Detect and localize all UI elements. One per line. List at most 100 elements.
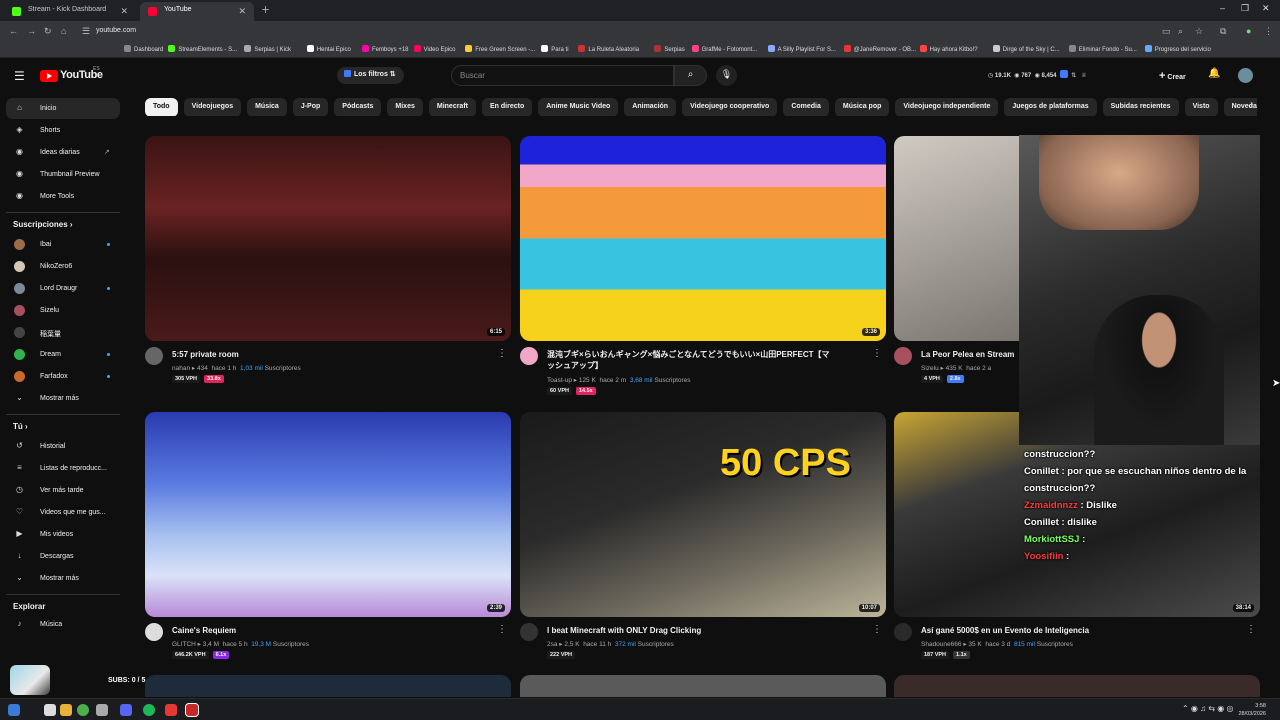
bookmark-item[interactable]: StreamElements - S... <box>168 45 237 53</box>
tab-youtube[interactable]: YouTube ✕ <box>140 2 254 21</box>
search-input[interactable]: Buscar <box>451 65 674 86</box>
obs-icon[interactable] <box>165 704 177 716</box>
video-thumbnail[interactable]: 2:39 <box>145 412 511 617</box>
search-button[interactable]: ⌕ <box>674 65 707 86</box>
close-tab-icon[interactable]: ✕ <box>238 6 246 17</box>
hamburger-menu-icon[interactable]: ☰ <box>14 69 25 83</box>
tab-kick-dashboard[interactable]: Stream - Kick Dashboard ✕ <box>4 2 136 21</box>
more-options-icon[interactable]: ⋮ <box>872 624 882 635</box>
bookmark-item[interactable]: Video Epico <box>413 45 456 53</box>
new-tab-icon[interactable]: ＋ <box>261 3 270 16</box>
chip-8[interactable]: Anime Music Video <box>538 98 619 116</box>
chip-12[interactable]: Música pop <box>834 98 890 116</box>
you-header[interactable]: Tú › <box>13 422 28 431</box>
bookmark-item[interactable]: Serpias | Kick <box>244 45 291 53</box>
partial-thumbnail[interactable] <box>520 675 886 697</box>
video-card[interactable]: 3:36 混沌ブギ×らいおんギャング×悩みごとなんてどうでもいい×山田PERFE… <box>520 136 886 406</box>
sliders-icon[interactable]: ⇅ <box>1071 73 1076 79</box>
chip-7[interactable]: En directo <box>482 98 533 116</box>
chip-10[interactable]: Videojuego cooperativo <box>682 98 778 116</box>
url-input[interactable]: youtube.com <box>96 27 136 34</box>
extensions-icon[interactable]: ⧉ <box>1220 26 1226 37</box>
chip-0[interactable]: Todo <box>145 98 178 116</box>
bookmark-item[interactable]: Free Green Screen -... <box>465 45 535 53</box>
youtube-logo-icon[interactable] <box>40 70 58 82</box>
cast-icon[interactable]: ▭ <box>1162 26 1171 37</box>
bell-icon[interactable]: 🔔 <box>1208 68 1220 79</box>
close-window-icon[interactable]: ✕ <box>1262 3 1270 14</box>
app-icon[interactable] <box>96 704 108 716</box>
create-button[interactable]: + Crear <box>1151 66 1194 85</box>
chip-13[interactable]: Videojuego independiente <box>895 98 999 116</box>
video-title[interactable]: 混沌ブギ×らいおんギャング×悩みごとなんてどうでもいい×山田PERFECT【マッ… <box>547 349 867 371</box>
sidebar-you-item[interactable]: ♡ Videos que me gus... <box>6 502 120 523</box>
chip-14[interactable]: Juegos de plataformas <box>1004 98 1097 116</box>
site-info-icon[interactable]: ☰ <box>82 26 90 37</box>
chevron-right-icon[interactable]: › <box>1250 99 1253 110</box>
video-title[interactable]: Así gané 5000$ en un Evento de Inteligen… <box>921 625 1241 636</box>
bookmark-star-icon[interactable]: ☆ <box>1195 26 1203 37</box>
channel-avatar[interactable] <box>145 623 163 641</box>
bookmark-item[interactable]: Dashboard <box>124 45 163 53</box>
sidebar-sub-item[interactable]: 稲葉量 <box>6 322 120 343</box>
bookmark-item[interactable]: Progreso del servicio <box>1144 45 1211 53</box>
sidebar-you-item[interactable]: ↓ Descargas <box>6 546 120 567</box>
clock[interactable]: 3:58 28/03/2026 <box>1238 702 1266 718</box>
zoom-icon[interactable]: ⌕ <box>1178 26 1183 37</box>
video-thumbnail[interactable]: 50 CPS 10:07 <box>520 412 886 617</box>
sidebar-sub-item[interactable]: Lord Draugr <box>6 278 120 299</box>
more-options-icon[interactable]: ⋮ <box>497 624 507 635</box>
partial-thumbnail[interactable] <box>894 675 1260 697</box>
sidebar-you-item[interactable]: ▶ Mis videos <box>6 524 120 545</box>
sidebar-sub-item[interactable]: Sizelu <box>6 300 120 321</box>
channel-name[interactable]: 2sa <box>547 641 557 648</box>
show-more-subs[interactable]: ⌄ Mostrar más <box>6 388 120 409</box>
bookmark-item[interactable]: Para ti <box>541 45 569 53</box>
sidebar-sub-item[interactable]: Dream <box>6 344 120 365</box>
show-more-you[interactable]: ⌄ Mostrar más <box>6 568 120 589</box>
channel-name[interactable]: Shadoune666 <box>921 641 962 648</box>
chip-4[interactable]: Pódcasts <box>334 98 382 116</box>
video-thumbnail[interactable]: 3:36 <box>520 136 886 341</box>
chip-5[interactable]: Mixes <box>387 98 423 116</box>
bookmark-item[interactable]: Femboys +18 <box>362 45 409 53</box>
chip-9[interactable]: Animación <box>624 98 677 116</box>
video-card[interactable]: 2:39 Caine's Requiem GLITCH ▸ 3,4 M hace… <box>145 412 511 682</box>
file-explorer-icon[interactable] <box>44 704 56 716</box>
chip-3[interactable]: J-Pop <box>292 98 329 116</box>
filters-button[interactable]: Los filtros ⇅ <box>337 67 404 84</box>
sidebar-you-item[interactable]: ◷ Ver más tarde <box>6 480 120 501</box>
bookmark-item[interactable]: @JaneRemover - OB... <box>843 45 916 53</box>
bookmark-item[interactable]: Hentai Epico <box>306 45 351 53</box>
spotify-icon[interactable] <box>143 704 155 716</box>
bookmark-item[interactable]: Serpias <box>654 45 685 53</box>
sidebar-sub-item[interactable]: Farfadox <box>6 366 120 387</box>
chip-6[interactable]: Minecraft <box>428 98 476 116</box>
sidebar-item-0[interactable]: ⌂ Inicio <box>6 98 120 119</box>
channel-name[interactable]: Sizelu <box>921 365 939 372</box>
sidebar-you-item[interactable]: ↺ Historial <box>6 436 120 457</box>
channel-avatar[interactable] <box>894 623 912 641</box>
sidebar-item-3[interactable]: ◉ Thumbnail Preview <box>6 164 120 185</box>
sidebar-sub-item[interactable]: NikoZero6 <box>6 256 120 277</box>
minimize-icon[interactable]: – <box>1220 3 1225 13</box>
extension-badge-icon[interactable] <box>1059 70 1068 78</box>
voice-search-button[interactable]: 🎙 <box>716 65 737 86</box>
tray-icons[interactable]: ⌃ ◉ ♫ ⇆ ◉ ◎ <box>1182 704 1233 713</box>
reload-icon[interactable]: ↻ <box>44 26 52 37</box>
chip-1[interactable]: Videojuegos <box>183 98 242 116</box>
start-icon[interactable] <box>8 704 20 716</box>
sidebar-item-2[interactable]: ◉ Ideas diarias ↗ <box>6 142 120 163</box>
home-icon[interactable]: ⌂ <box>61 26 66 36</box>
channel-avatar[interactable] <box>894 347 912 365</box>
video-title[interactable]: 5:57 private room <box>172 349 492 360</box>
maximize-icon[interactable]: ❐ <box>1241 3 1249 14</box>
more-options-icon[interactable]: ⋮ <box>497 348 507 359</box>
bookmark-item[interactable]: Hay ahora Kitbo!? <box>919 45 978 53</box>
chip-16[interactable]: Visto <box>1184 98 1218 116</box>
channel-name[interactable]: nahan <box>172 365 190 372</box>
discord-icon[interactable] <box>120 704 132 716</box>
partial-thumbnail[interactable] <box>145 675 511 697</box>
browser-menu-icon[interactable]: ⋮ <box>1264 26 1273 37</box>
sidebar-sub-item[interactable]: Ibai <box>6 234 120 255</box>
